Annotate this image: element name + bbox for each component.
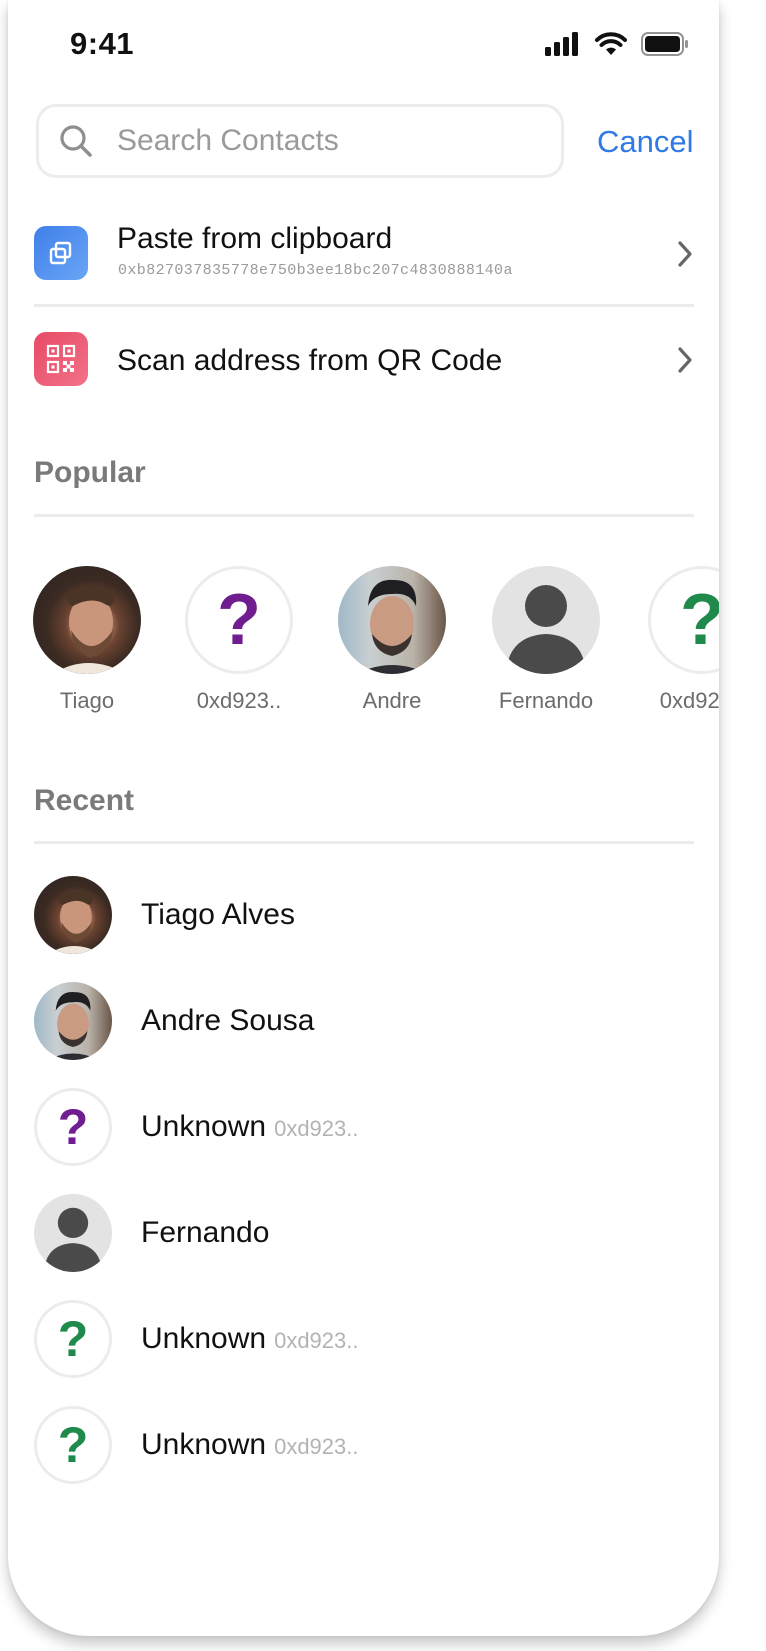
status-icons xyxy=(545,32,689,56)
qr-code-icon xyxy=(34,332,88,386)
wifi-icon xyxy=(595,32,627,55)
popular-contact-name: 0xd923.. xyxy=(196,688,282,713)
person-placeholder-icon xyxy=(34,1194,112,1272)
clipboard-icon xyxy=(34,226,88,280)
popular-contact-name: 0xd923.. xyxy=(659,688,719,713)
recent-contact-name: Unknown 0xd923.. xyxy=(141,1322,358,1356)
person-placeholder-icon xyxy=(492,566,600,674)
chevron-right-icon xyxy=(678,347,692,373)
paste-title: Paste from clipboard xyxy=(117,222,393,255)
status-bar: 9:41 xyxy=(8,0,719,90)
contact-photo xyxy=(34,876,112,954)
contact-photo xyxy=(34,982,112,1060)
popular-contact[interactable]: Andre xyxy=(334,566,450,714)
unknown-contact-icon: ? xyxy=(34,1300,112,1378)
popular-contact[interactable]: Fernando xyxy=(488,566,604,714)
recent-contact-name: Andre Sousa xyxy=(141,1004,322,1038)
popular-contact[interactable]: Tiago xyxy=(29,566,145,714)
contact-name: Fernando xyxy=(141,1216,270,1249)
divider xyxy=(34,841,694,844)
chevron-right-icon xyxy=(678,241,692,267)
battery-icon xyxy=(641,32,688,56)
recent-contact-name: Unknown 0xd923.. xyxy=(141,1428,358,1462)
contact-address: 0xd923.. xyxy=(274,1116,359,1141)
search-bar[interactable] xyxy=(36,104,564,178)
status-time: 9:41 xyxy=(70,26,135,61)
contact-photo xyxy=(338,566,446,674)
popular-contact-name: Andre xyxy=(362,688,422,713)
contact-name: Unknown xyxy=(141,1428,267,1461)
cellular-signal-icon xyxy=(545,32,578,56)
clipboard-address: 0xb827037835778e750b3ee18bc207c483088814… xyxy=(118,262,513,279)
recent-contact[interactable]: ? Unknown 0xd923.. xyxy=(34,1088,694,1166)
popular-contact-name: Fernando xyxy=(498,688,594,713)
recent-contact-name: Unknown 0xd923.. xyxy=(141,1110,358,1144)
contact-name: Andre Sousa xyxy=(141,1004,315,1037)
contact-photo xyxy=(33,566,141,674)
recent-contact-name: Tiago Alves xyxy=(141,898,303,932)
popular-contact[interactable]: ? 0xd923.. xyxy=(644,566,719,714)
contact-name: Unknown xyxy=(141,1322,267,1355)
divider xyxy=(34,514,694,517)
popular-contact[interactable]: ? 0xd923.. xyxy=(181,566,297,714)
contact-address: 0xd923.. xyxy=(274,1434,359,1459)
contact-address: 0xd923.. xyxy=(274,1328,359,1353)
unknown-contact-icon: ? xyxy=(34,1406,112,1484)
search-input[interactable] xyxy=(115,123,539,159)
scan-qr-row[interactable]: Scan address from QR Code xyxy=(34,332,694,388)
search-icon xyxy=(60,125,92,157)
unknown-contact-icon: ? xyxy=(648,566,719,674)
scan-title: Scan address from QR Code xyxy=(117,344,503,377)
recent-contact[interactable]: ? Unknown 0xd923.. xyxy=(34,1300,694,1378)
recent-contact[interactable]: Tiago Alves xyxy=(34,876,694,954)
recent-heading: Recent xyxy=(34,784,135,817)
popular-contact-name: Tiago xyxy=(59,688,115,713)
divider xyxy=(34,304,694,307)
contact-name: Unknown xyxy=(141,1110,267,1143)
recent-contact[interactable]: Fernando xyxy=(34,1194,694,1272)
unknown-contact-icon: ? xyxy=(34,1088,112,1166)
popular-heading: Popular xyxy=(34,456,146,489)
recent-contact[interactable]: Andre Sousa xyxy=(34,982,694,1060)
recent-contact-name: Fernando xyxy=(141,1216,277,1250)
cancel-button[interactable]: Cancel xyxy=(597,124,694,160)
paste-from-clipboard-row[interactable]: Paste from clipboard 0xb827037835778e750… xyxy=(34,222,694,286)
unknown-contact-icon: ? xyxy=(185,566,293,674)
recent-contact[interactable]: ? Unknown 0xd923.. xyxy=(34,1406,694,1484)
phone-screen: 9:41 Cancel xyxy=(8,0,719,1636)
contact-name: Tiago Alves xyxy=(141,898,295,931)
